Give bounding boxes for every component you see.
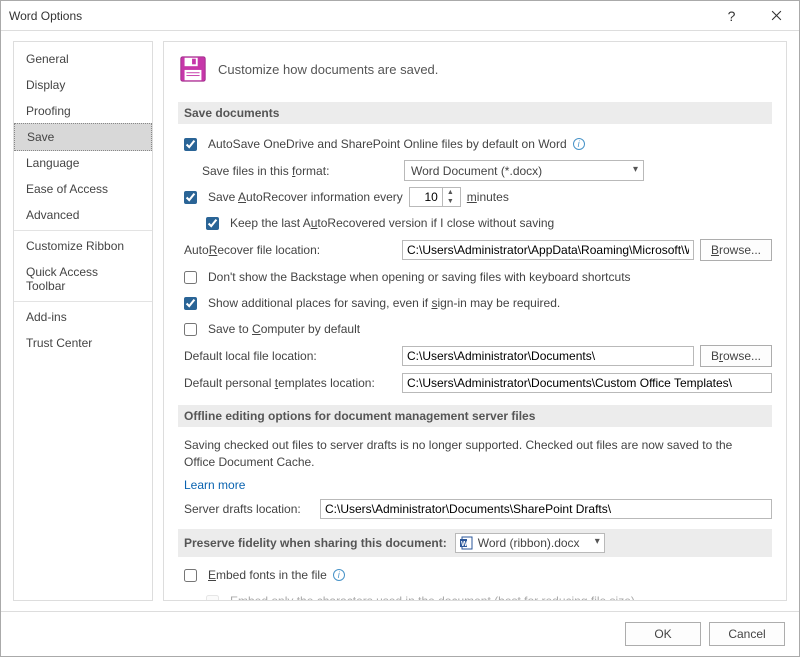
autorecover-minutes-value[interactable]	[410, 188, 442, 206]
keep-last-autorecovered-checkbox[interactable]	[206, 217, 219, 230]
autorecover-minutes-spinner[interactable]: ▲▼	[409, 187, 461, 207]
save-format-value: Word Document (*.docx)	[411, 164, 542, 178]
sidebar-item-language[interactable]: Language	[14, 150, 152, 176]
window-title: Word Options	[9, 9, 709, 23]
autorecover-label: Save AutoRecover information every	[208, 190, 403, 204]
page-header: Customize how documents are saved.	[178, 54, 772, 84]
cancel-button[interactable]: Cancel	[709, 622, 785, 646]
show-additional-places-checkbox[interactable]	[184, 297, 197, 310]
autosave-checkbox[interactable]	[184, 138, 197, 151]
preserve-fidelity-label: Preserve fidelity when sharing this docu…	[184, 536, 447, 550]
browse-autorecover-button[interactable]: Browse...	[700, 239, 772, 261]
section-offline: Offline editing options for document man…	[178, 405, 772, 427]
sidebar-item-ease-of-access[interactable]: Ease of Access	[14, 176, 152, 202]
learn-more-link[interactable]: Learn more	[184, 478, 245, 492]
embed-fonts-label: Embed fonts in the file	[208, 568, 327, 582]
sidebar-item-add-ins[interactable]: Add-ins	[14, 304, 152, 330]
section-save-documents: Save documents	[178, 102, 772, 124]
help-button[interactable]: ?	[709, 1, 754, 30]
server-drafts-label: Server drafts location:	[184, 502, 314, 516]
save-page-icon	[178, 54, 208, 84]
server-drafts-input[interactable]	[320, 499, 772, 519]
sidebar-item-display[interactable]: Display	[14, 72, 152, 98]
dont-show-backstage-checkbox[interactable]	[184, 271, 197, 284]
autorecover-location-label: AutoRecover file location:	[184, 243, 396, 257]
sidebar-item-advanced[interactable]: Advanced	[14, 202, 152, 228]
options-sidebar: General Display Proofing Save Language E…	[13, 41, 153, 601]
templates-location-input[interactable]	[402, 373, 772, 393]
titlebar: Word Options ?	[1, 1, 799, 31]
save-to-computer-label: Save to Computer by default	[208, 322, 360, 336]
sidebar-item-proofing[interactable]: Proofing	[14, 98, 152, 124]
page-subtitle: Customize how documents are saved.	[218, 62, 438, 77]
autorecover-checkbox[interactable]	[184, 191, 197, 204]
sidebar-item-quick-access-toolbar[interactable]: Quick Access Toolbar	[14, 259, 152, 299]
titlebar-controls: ?	[709, 1, 799, 30]
sidebar-separator	[14, 230, 152, 231]
sidebar-item-save[interactable]: Save	[14, 123, 152, 151]
embed-only-characters-label: Embed only the characters used in the do…	[230, 594, 635, 601]
spinner-up-icon[interactable]: ▲	[443, 188, 458, 197]
embed-only-characters-checkbox	[206, 595, 219, 601]
autosave-label: AutoSave OneDrive and SharePoint Online …	[208, 137, 567, 151]
autorecover-location-input[interactable]	[402, 240, 694, 260]
show-additional-places-label: Show additional places for saving, even …	[208, 296, 560, 310]
embed-fonts-checkbox[interactable]	[184, 569, 197, 582]
info-icon[interactable]: i	[573, 138, 585, 150]
default-local-location-input[interactable]	[402, 346, 694, 366]
sidebar-item-customize-ribbon[interactable]: Customize Ribbon	[14, 233, 152, 259]
templates-location-label: Default personal templates location:	[184, 376, 396, 390]
ok-button[interactable]: OK	[625, 622, 701, 646]
save-to-computer-checkbox[interactable]	[184, 323, 197, 336]
browse-local-button[interactable]: Browse...	[700, 345, 772, 367]
minutes-label: minutes	[467, 190, 509, 204]
sidebar-item-trust-center[interactable]: Trust Center	[14, 330, 152, 356]
offline-description: Saving checked out files to server draft…	[184, 437, 766, 471]
keep-last-autorecovered-label: Keep the last AutoRecovered version if I…	[230, 216, 554, 230]
word-options-dialog: Word Options ? General Display Proofing …	[0, 0, 800, 657]
sidebar-item-general[interactable]: General	[14, 46, 152, 72]
sidebar-separator	[14, 301, 152, 302]
close-button[interactable]	[754, 1, 799, 30]
preserve-document-value: Word (ribbon).docx	[478, 536, 580, 550]
spinner-down-icon[interactable]: ▼	[443, 197, 458, 206]
close-icon	[771, 10, 782, 21]
info-icon[interactable]: i	[333, 569, 345, 581]
section-preserve-fidelity: Preserve fidelity when sharing this docu…	[178, 529, 772, 557]
save-format-label: Save files in this format:	[202, 164, 398, 178]
dont-show-backstage-label: Don't show the Backstage when opening or…	[208, 270, 631, 284]
preserve-document-combo[interactable]: W Word (ribbon).docx	[455, 533, 605, 553]
save-format-combo[interactable]: Word Document (*.docx)	[404, 160, 644, 181]
default-local-location-label: Default local file location:	[184, 349, 396, 363]
svg-text:W: W	[461, 541, 468, 548]
options-main-panel: Customize how documents are saved. Save …	[163, 41, 787, 601]
dialog-footer: OK Cancel	[1, 611, 799, 656]
word-document-icon: W	[460, 536, 474, 550]
